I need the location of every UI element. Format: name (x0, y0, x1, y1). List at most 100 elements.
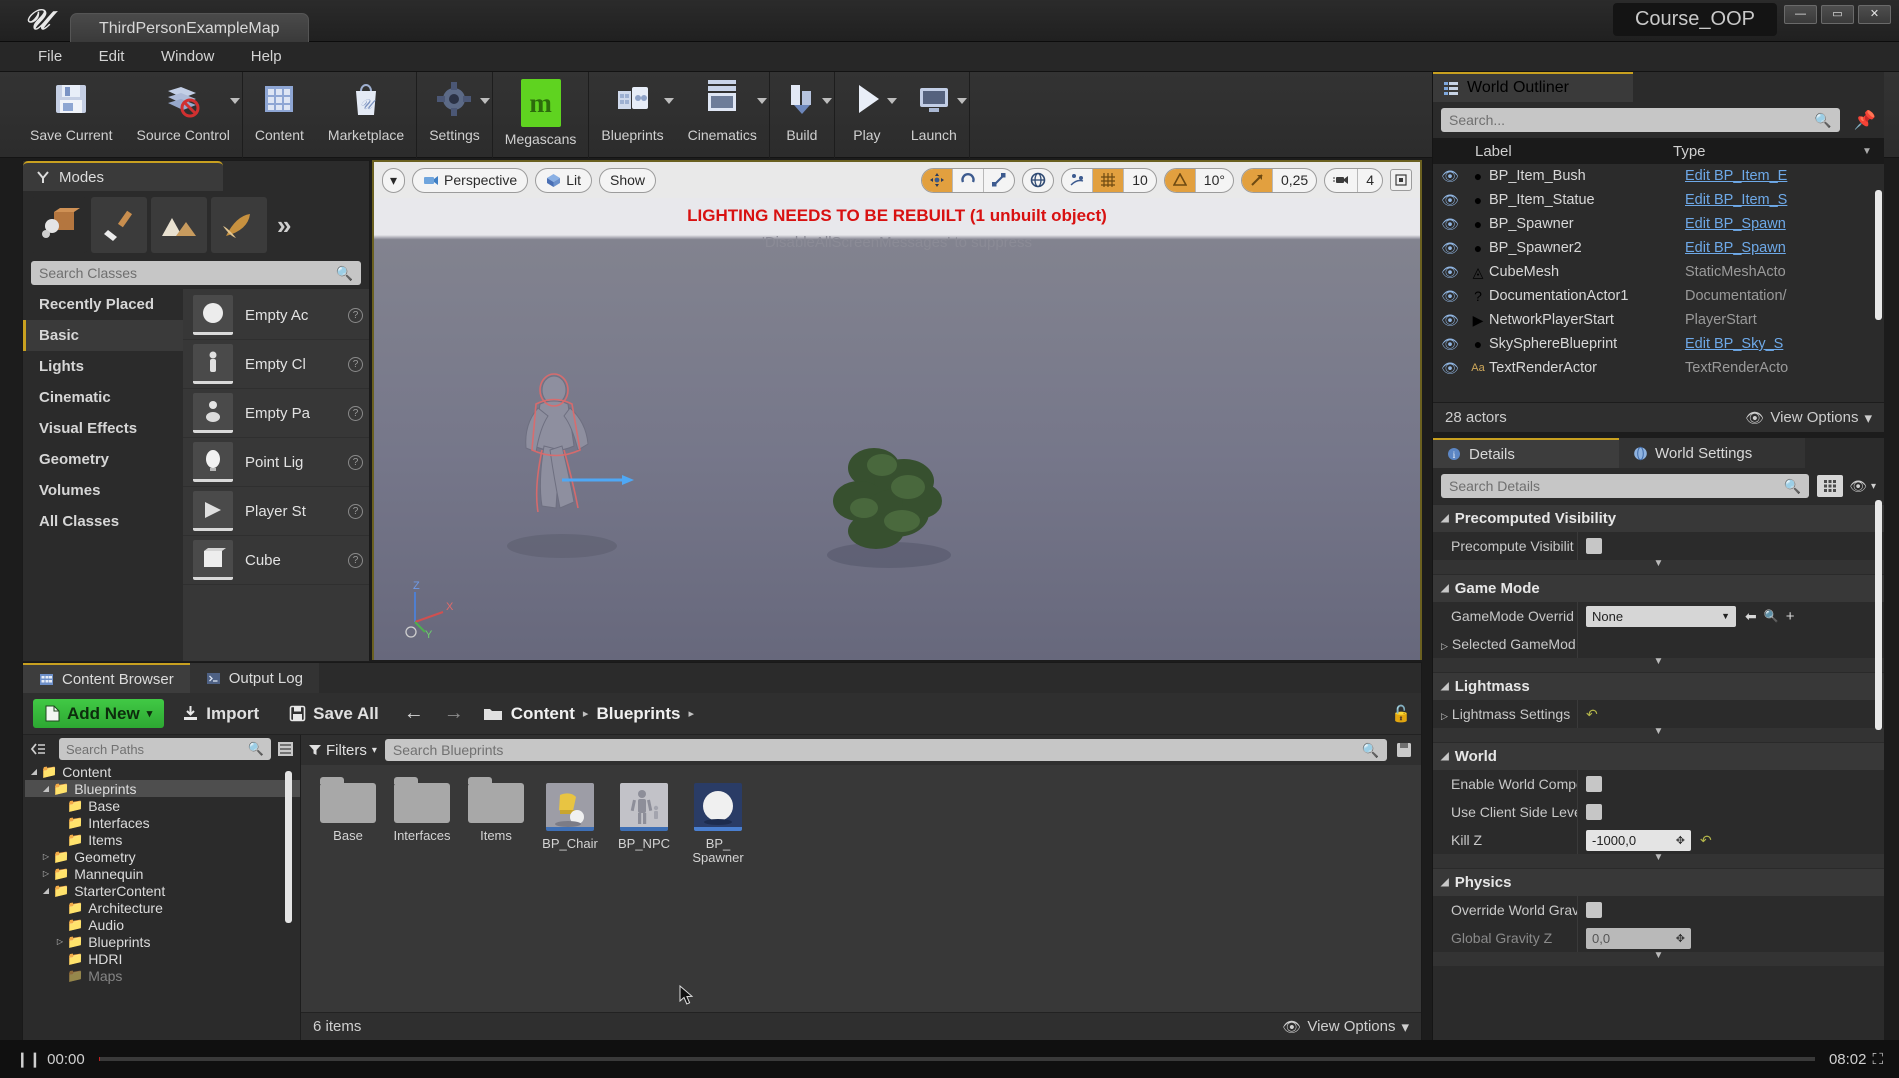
reset-icon[interactable]: ↶ (1586, 706, 1598, 723)
grid-snap-toggle[interactable] (1093, 168, 1125, 192)
property-row[interactable]: ▷ Selected GameMod (1433, 630, 1884, 658)
tree-item-starter-blueprints[interactable]: ▷ 📁 Blueprints (25, 933, 300, 950)
tree-item-maps[interactable]: 📁 Maps (25, 967, 300, 984)
asset-bp-spawner[interactable]: BP_ Spawner (687, 783, 749, 865)
grid-size-value[interactable]: 10 (1124, 169, 1156, 192)
search-classes-input[interactable]: Search Classes 🔍 (31, 261, 361, 285)
save-current-button[interactable]: Save Current (18, 72, 124, 158)
info-icon[interactable]: ? (348, 454, 363, 470)
eye-icon[interactable]: 👁 (1433, 360, 1467, 377)
property-row[interactable]: Override World Grav (1433, 896, 1884, 924)
scale-tool-button[interactable] (984, 169, 1014, 192)
section-precomputed-visibility[interactable]: ◢ Precomputed Visibility (1433, 504, 1884, 532)
table-row[interactable]: 👁 ▶ NetworkPlayerStart PlayerStart (1433, 308, 1884, 332)
place-mode-button[interactable] (31, 197, 87, 253)
menu-file[interactable]: File (22, 42, 78, 72)
category-geometry[interactable]: Geometry (23, 444, 183, 475)
world-outliner-tab[interactable]: World Outliner (1433, 72, 1633, 102)
angle-snap-toggle[interactable] (1164, 168, 1196, 192)
tree-item-hdri[interactable]: 📁 HDRI (25, 950, 300, 967)
outliner-type[interactable]: Edit BP_Item_S (1685, 192, 1884, 208)
reset-icon[interactable]: ↶ (1700, 832, 1712, 849)
camera-speed-value[interactable]: 4 (1358, 169, 1382, 192)
category-cinematic[interactable]: Cinematic (23, 382, 183, 413)
details-scrollbar[interactable] (1875, 500, 1882, 730)
section-game-mode[interactable]: ◢ Game Mode (1433, 574, 1884, 602)
play-button[interactable]: Play (835, 72, 899, 158)
mannequin-actor[interactable] (492, 368, 672, 568)
pause-icon[interactable]: ❙❙ (10, 1050, 47, 1068)
cinematics-caret-icon[interactable] (756, 98, 767, 104)
tab-content-browser[interactable]: Content Browser (23, 663, 190, 693)
outliner-search-input[interactable]: Search... 🔍 (1441, 108, 1840, 132)
breadcrumb-content[interactable]: Content (511, 704, 575, 724)
asset-bp-npc[interactable]: BP_NPC (613, 783, 675, 865)
table-row[interactable]: 👁 ● BP_Item_Bush Edit BP_Item_E (1433, 164, 1884, 188)
asset-bp-chair[interactable]: BP_Chair (539, 783, 601, 865)
checkbox[interactable] (1586, 776, 1602, 792)
build-caret-icon[interactable] (821, 98, 832, 104)
tree-item-base[interactable]: 📁 Base (25, 797, 300, 814)
source-control-caret-icon[interactable] (229, 98, 240, 104)
pin-icon[interactable]: 📌 (1854, 110, 1876, 131)
property-row[interactable]: Precompute Visibilit (1433, 532, 1884, 560)
tab-output-log[interactable]: Output Log (189, 663, 319, 693)
property-row[interactable]: ▷ Lightmass Settings ↶ (1433, 700, 1884, 728)
section-lightmass[interactable]: ◢ Lightmass (1433, 672, 1884, 700)
outliner-type[interactable]: Edit BP_Item_E (1685, 168, 1884, 184)
outliner-view-options-button[interactable]: 👁 View Options ▾ (1745, 409, 1872, 427)
project-name-badge[interactable]: Course_OOP (1612, 3, 1777, 36)
perspective-button[interactable]: Perspective (412, 167, 529, 193)
info-icon[interactable]: ? (348, 307, 363, 323)
bush-actor[interactable] (804, 413, 974, 573)
outliner-type[interactable]: Edit BP_Spawn (1685, 240, 1884, 256)
tree-item-content[interactable]: ◢ 📁 Content (25, 763, 300, 780)
outliner-type[interactable]: Edit BP_Sky_S (1685, 336, 1884, 352)
save-asset-icon[interactable] (1395, 742, 1413, 758)
launch-caret-icon[interactable] (956, 98, 967, 104)
info-icon[interactable]: ? (348, 356, 363, 372)
expand-triangle-icon[interactable]: ◢ (39, 784, 53, 793)
forward-button[interactable]: → (437, 702, 471, 725)
modes-tab[interactable]: Modes (23, 161, 223, 191)
expand-triangle-icon[interactable]: ▷ (1441, 711, 1448, 721)
expand-triangle-icon[interactable]: ◢ (39, 886, 53, 895)
expand-triangle-icon[interactable]: ▷ (1441, 641, 1448, 651)
landscape-mode-button[interactable] (151, 197, 207, 253)
table-row[interactable]: 👁 ◬ CubeMesh StaticMeshActo (1433, 260, 1884, 284)
menu-help[interactable]: Help (235, 42, 298, 72)
column-type[interactable]: Type (1673, 143, 1862, 160)
gamemode-override-select[interactable]: None ▼ (1586, 605, 1736, 627)
menu-window[interactable]: Window (145, 42, 230, 72)
table-row[interactable]: 👁 ● BP_Spawner Edit BP_Spawn (1433, 212, 1884, 236)
category-recently-placed[interactable]: Recently Placed (23, 289, 183, 320)
collapse-tree-icon[interactable] (29, 741, 47, 757)
play-caret-icon[interactable] (886, 98, 897, 104)
eye-icon[interactable]: 👁 (1433, 240, 1467, 257)
column-label[interactable]: Label (1433, 143, 1673, 160)
import-button[interactable]: Import (170, 699, 271, 728)
grid-view-button[interactable] (1817, 475, 1844, 497)
filters-button[interactable]: Filters ▾ (309, 742, 377, 759)
kill-z-input[interactable]: -1000,0 ✥ (1586, 829, 1691, 851)
category-volumes[interactable]: Volumes (23, 475, 183, 506)
rotate-tool-button[interactable] (953, 168, 985, 192)
maximize-viewport-button[interactable] (1390, 169, 1412, 191)
world-coordinate-button[interactable] (1022, 167, 1055, 193)
eye-icon[interactable]: 👁 (1433, 216, 1467, 233)
plus-icon[interactable]: + (1786, 608, 1795, 625)
tree-item-startercontent[interactable]: ◢ 📁 StarterContent (25, 882, 300, 899)
category-lights[interactable]: Lights (23, 351, 183, 382)
eye-icon[interactable]: 👁 (1433, 312, 1467, 329)
checkbox[interactable] (1586, 902, 1602, 918)
category-all-classes[interactable]: All Classes (23, 506, 183, 537)
marketplace-button[interactable]: 𝒰 Marketplace (316, 72, 416, 158)
property-row[interactable]: Use Client Side Leve (1433, 798, 1884, 826)
eye-icon[interactable]: 👁 (1433, 336, 1467, 353)
asset-folder-interfaces[interactable]: Interfaces (391, 777, 453, 865)
search-paths-input[interactable]: Search Paths 🔍 (59, 738, 271, 760)
tree-item-geometry[interactable]: ▷ 📁 Geometry (25, 848, 300, 865)
camera-speed-icon-cell[interactable] (1325, 168, 1359, 192)
minimize-button[interactable]: — (1784, 5, 1817, 24)
scale-snap-toggle[interactable] (1241, 168, 1273, 192)
